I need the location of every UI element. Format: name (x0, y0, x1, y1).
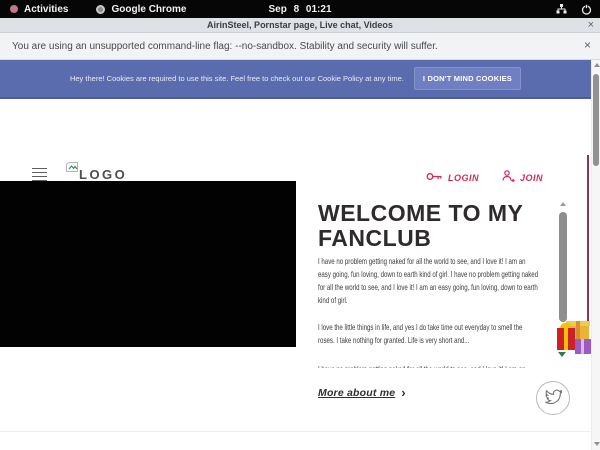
more-about-me-label: More about me (318, 387, 395, 399)
screen: Activities Google Chrome Sep 8 01:21 (0, 0, 600, 450)
gift-widget-string (587, 155, 589, 321)
gift-box-purple[interactable] (575, 339, 591, 354)
hamburger-menu-icon[interactable] (32, 168, 47, 181)
infobar-close-icon[interactable]: × (584, 38, 591, 52)
tab-close-icon[interactable]: × (588, 19, 594, 31)
about-paragraph-1: I have no problem getting naked for all … (318, 255, 540, 307)
about-paragraph-3-clipped: I have no problem getting naked for all … (318, 363, 540, 368)
chevron-right-icon: › (401, 388, 405, 398)
welcome-heading: WELCOME TO MY FANCLUB (318, 201, 523, 251)
accept-cookies-button[interactable]: I DON'T MIND COOKIES (414, 67, 521, 90)
network-icon[interactable] (556, 4, 567, 14)
site-logo[interactable]: LOGO (66, 159, 127, 182)
join-label: JOIN (520, 173, 543, 183)
text-scroll-up-icon[interactable] (560, 202, 566, 206)
about-paragraph-2: I love the little things in life, and ye… (318, 321, 540, 347)
twitter-link[interactable] (536, 381, 570, 415)
cookie-message: Hey there! Cookies are required to use t… (70, 74, 404, 83)
text-scrollbar-thumb[interactable] (559, 212, 567, 322)
section-divider (0, 431, 591, 432)
power-icon[interactable] (581, 4, 592, 15)
gift-box-red[interactable] (557, 328, 575, 350)
login-label: LOGIN (448, 173, 479, 183)
gnome-top-bar: Activities Google Chrome Sep 8 01:21 (0, 0, 600, 18)
gift-widget-green-accent (558, 352, 566, 357)
sandbox-warning-infobar: You are using an unsupported command-lin… (0, 33, 600, 60)
person-add-icon (501, 170, 515, 185)
join-link[interactable]: JOIN (501, 170, 543, 185)
scroll-down-icon[interactable] (594, 442, 600, 446)
login-link[interactable]: LOGIN (426, 171, 479, 184)
browser-scrollbar[interactable] (591, 60, 600, 450)
infobar-message: You are using an unsupported command-lin… (12, 41, 438, 52)
site-header: LOGO LOGIN (0, 99, 591, 180)
logo-label: LOGO (79, 167, 127, 182)
browser-tab-bar: AirinSteel, Pornstar page, Live chat, Vi… (0, 18, 600, 33)
twitter-bird-icon (544, 388, 562, 409)
broken-image-icon (66, 159, 78, 169)
profile-video[interactable] (0, 181, 296, 347)
tab-title[interactable]: AirinSteel, Pornstar page, Live chat, Vi… (207, 20, 393, 30)
scroll-up-icon[interactable] (594, 63, 600, 67)
scrollbar-thumb[interactable] (593, 74, 599, 166)
cookie-banner: Hey there! Cookies are required to use t… (0, 60, 591, 99)
clock[interactable]: Sep 8 01:21 (0, 4, 600, 15)
key-icon (426, 171, 443, 184)
page-viewport: Hey there! Cookies are required to use t… (0, 60, 600, 450)
more-about-me-link[interactable]: More about me › (318, 387, 406, 399)
